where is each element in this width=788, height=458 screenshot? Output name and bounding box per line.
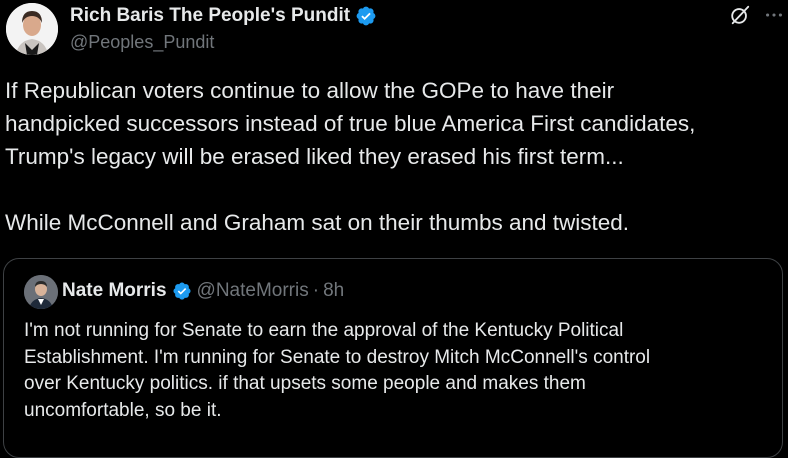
- post-text-line: If Republican voters continue to allow t…: [5, 78, 615, 103]
- quoted-text-line: uncomfortable, so be it.: [24, 399, 222, 421]
- quoted-text-line: over Kentucky politics. if that upsets s…: [24, 373, 586, 394]
- quoted-author-avatar-image: [24, 275, 58, 309]
- post-text-line: Trump's legacy will be erased liked they…: [5, 144, 624, 169]
- grok-icon[interactable]: [729, 4, 751, 26]
- quoted-post-text: I'm not running for Senate to earn the a…: [24, 318, 774, 424]
- verified-badge-icon[interactable]: [355, 5, 377, 27]
- post-text-line: handpicked successors instead of true bl…: [5, 111, 696, 136]
- author-avatar-image: [6, 3, 58, 55]
- post-text: If Republican voters continue to allow t…: [5, 74, 780, 239]
- quoted-text-line: Establishment. I'm running for Senate to…: [24, 346, 651, 368]
- author-display-name[interactable]: Rich Baris The People's Pundit: [70, 5, 350, 27]
- quoted-post-header: Nate Morris @NateMorris · 8h: [62, 280, 344, 302]
- more-options-icon[interactable]: [763, 4, 785, 26]
- quoted-verified-badge-icon[interactable]: [172, 281, 192, 301]
- quoted-author-name[interactable]: Nate Morris: [62, 280, 167, 302]
- quoted-post-card[interactable]: Nate Morris @NateMorris · 8h I'm not run…: [3, 258, 783, 458]
- quoted-post-timestamp[interactable]: 8h: [323, 280, 344, 302]
- author-handle[interactable]: @Peoples_Pundit: [70, 32, 214, 53]
- quoted-author-avatar[interactable]: [24, 275, 58, 309]
- post-text-line: While McConnell and Graham sat on their …: [5, 210, 630, 235]
- separator-dot: ·: [312, 280, 320, 301]
- author-avatar[interactable]: [6, 3, 58, 55]
- quoted-text-line: I'm not running for Senate to earn the a…: [24, 320, 624, 341]
- author-name-row: Rich Baris The People's Pundit: [70, 5, 377, 27]
- quoted-author-handle[interactable]: @NateMorris: [197, 280, 309, 302]
